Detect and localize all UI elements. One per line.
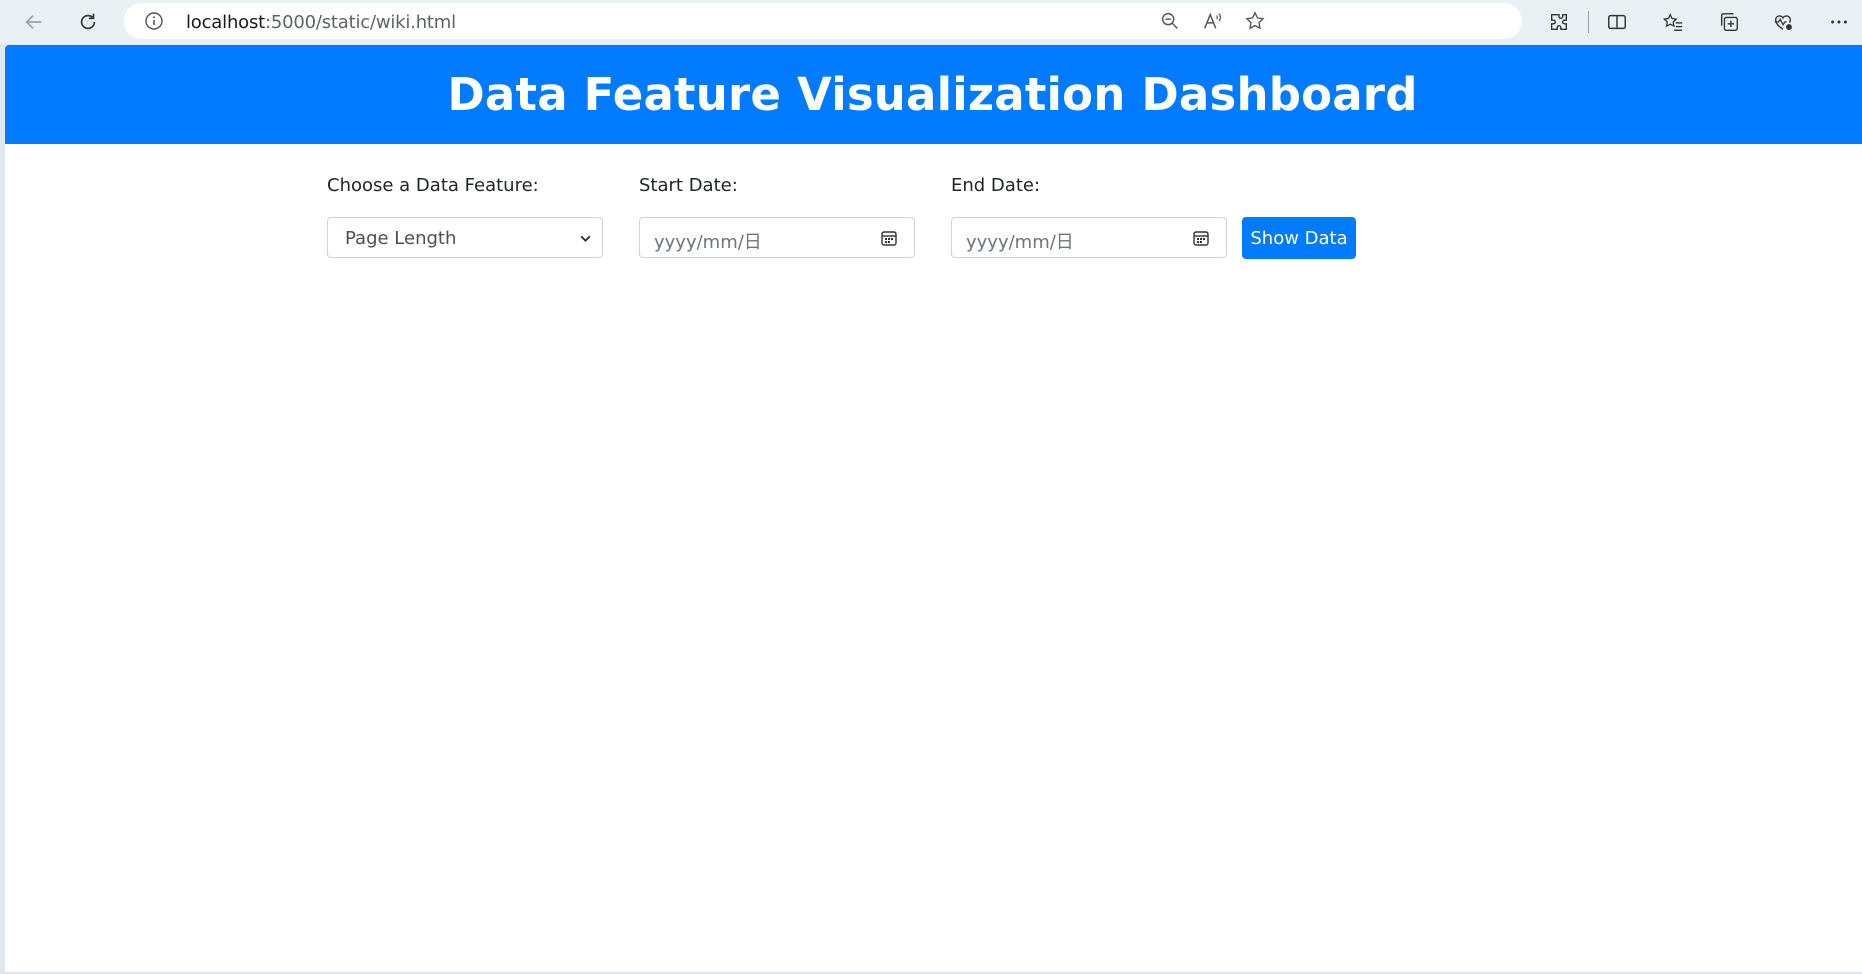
favorites-icon <box>1662 13 1683 31</box>
url-host: localhost <box>186 12 265 33</box>
url-text[interactable]: localhost:5000/static/wiki.html <box>186 12 456 33</box>
feature-selected-value: Page Length <box>345 228 457 249</box>
end-date-label: End Date: <box>951 175 1041 196</box>
feature-label: Choose a Data Feature: <box>327 175 539 196</box>
browser-essentials-button[interactable] <box>1767 6 1799 38</box>
page-viewport: Data Feature Visualization Dashboard Cho… <box>5 45 1862 972</box>
page-title: Data Feature Visualization Dashboard <box>447 68 1418 121</box>
show-data-button[interactable]: Show Data <box>1242 217 1356 259</box>
browser-essentials-icon <box>1774 15 1792 30</box>
url-path: :5000/static/wiki.html <box>265 12 456 33</box>
refresh-button[interactable] <box>72 6 104 38</box>
start-date-placeholder: yyyy/mm/日 <box>654 232 762 253</box>
calendar-icon[interactable] <box>880 229 898 247</box>
read-aloud-icon[interactable] <box>1202 10 1224 32</box>
feature-select[interactable]: Page Length <box>327 217 603 258</box>
more-icon <box>1831 20 1847 24</box>
end-date-input[interactable]: yyyy/mm/日 <box>951 217 1227 258</box>
back-button[interactable] <box>18 6 50 38</box>
back-icon <box>25 14 42 30</box>
collections-button[interactable] <box>1713 6 1745 38</box>
toolbar-divider <box>1588 11 1589 33</box>
favorites-button[interactable] <box>1657 6 1689 38</box>
info-icon[interactable] <box>144 11 164 31</box>
extensions-button[interactable] <box>1543 6 1575 38</box>
calendar-icon[interactable] <box>1192 229 1210 247</box>
page-header: Data Feature Visualization Dashboard <box>5 45 1862 144</box>
favorite-star-icon[interactable] <box>1244 10 1266 32</box>
start-date-label: Start Date: <box>639 175 738 196</box>
split-screen-icon <box>1608 14 1626 30</box>
refresh-icon <box>80 13 96 30</box>
chevron-down-icon <box>580 235 591 243</box>
more-button[interactable] <box>1823 6 1855 38</box>
start-date-input[interactable]: yyyy/mm/日 <box>639 217 915 258</box>
end-date-placeholder: yyyy/mm/日 <box>966 232 1074 253</box>
collections-icon <box>1720 13 1738 31</box>
browser-toolbar: localhost:5000/static/wiki.html <box>0 0 1862 44</box>
filter-controls: Choose a Data Feature: Page Length Start… <box>5 144 1862 274</box>
split-screen-button[interactable] <box>1601 6 1633 38</box>
zoom-out-icon[interactable] <box>1159 10 1181 32</box>
extensions-icon <box>1550 13 1568 31</box>
address-bar[interactable]: localhost:5000/static/wiki.html <box>124 3 1522 39</box>
